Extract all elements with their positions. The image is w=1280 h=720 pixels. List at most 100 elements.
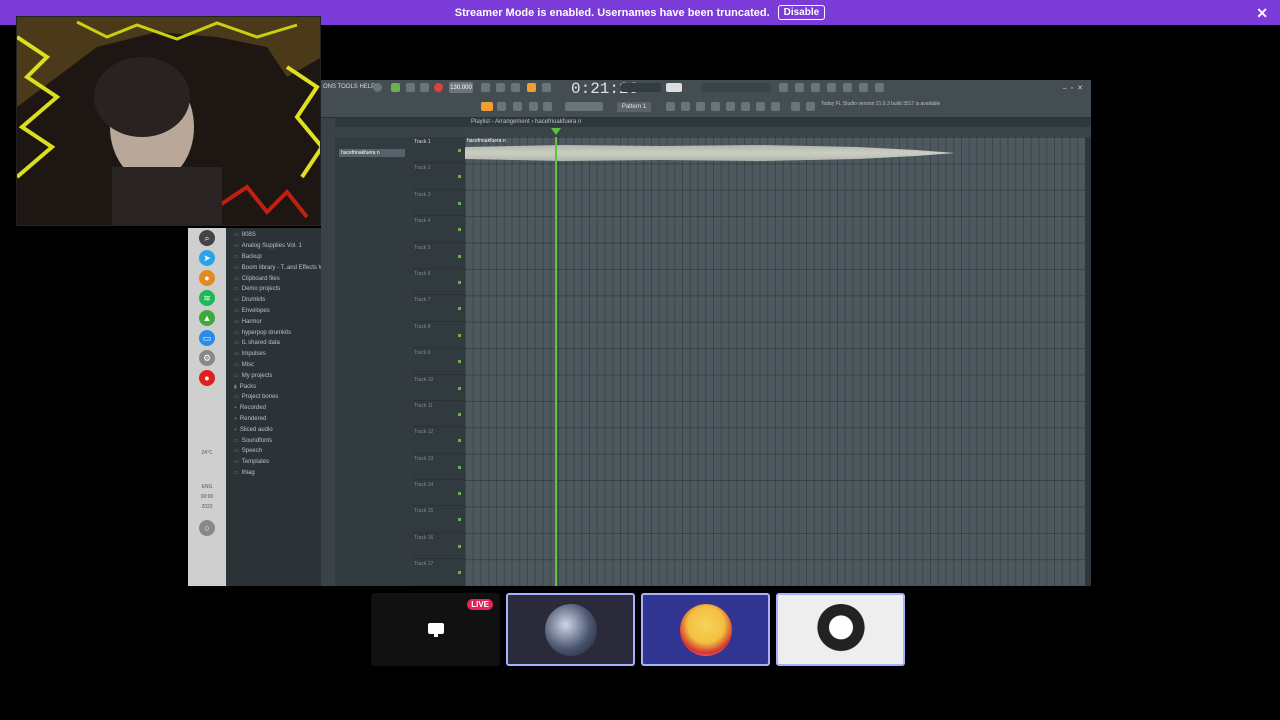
track-header[interactable]: Track 5 <box>413 243 465 269</box>
browser-item[interactable]: ▭ Analog Supplies Vol. 1 <box>226 241 334 252</box>
browser-item[interactable]: + Recorded <box>226 403 334 414</box>
track-header[interactable]: Track 7 <box>413 295 465 322</box>
telegram-icon[interactable]: ➤ <box>199 250 215 266</box>
countdown-icon[interactable] <box>511 83 520 92</box>
track-header[interactable]: Track 15 <box>413 506 465 533</box>
window-controls[interactable]: –▫✕ <box>1063 84 1087 92</box>
news-panel[interactable]: Today FL Studio version 21.0.3 build 351… <box>821 101 940 107</box>
screen-share-tile[interactable]: LIVE <box>371 593 500 666</box>
main-menu[interactable]: ONS TOOLS HELP <box>323 84 375 90</box>
plugin-icon[interactable] <box>859 83 868 92</box>
save-icon[interactable] <box>543 102 552 111</box>
notification-icon[interactable]: ○ <box>199 520 215 536</box>
mixer-window-icon[interactable] <box>711 102 720 111</box>
play-icon[interactable] <box>406 83 415 92</box>
participant-tile[interactable] <box>506 593 635 666</box>
browser-item[interactable]: ▭ IL shared data <box>226 338 334 349</box>
disable-button[interactable]: Disable <box>777 5 826 20</box>
stamp-icon[interactable] <box>529 102 538 111</box>
channel-rack-icon[interactable] <box>696 102 705 111</box>
track-header[interactable]: Track 3 <box>413 190 465 217</box>
track-header[interactable]: Track 8 <box>413 322 465 349</box>
browser-item[interactable]: ▭ Soundfonts <box>226 435 334 446</box>
spotify-icon[interactable]: ≋ <box>199 290 215 306</box>
fl-studio-icon[interactable]: ● <box>199 270 215 286</box>
participant-tile[interactable] <box>641 593 770 666</box>
tempo-tap-icon[interactable] <box>875 83 884 92</box>
playhead-marker[interactable] <box>551 128 561 135</box>
wait-icon[interactable] <box>496 83 505 92</box>
browser-item[interactable]: ▭ Project bones <box>226 392 334 403</box>
track-header[interactable]: Track 10 <box>413 375 465 401</box>
track-header[interactable]: Track 12 <box>413 427 465 454</box>
close-icon[interactable]: ✕ <box>1256 5 1268 22</box>
help-icon[interactable] <box>843 83 852 92</box>
browser-item[interactable]: ▭ My projects <box>226 370 334 381</box>
track-header[interactable]: Track 13 <box>413 454 465 481</box>
link-icon[interactable] <box>513 102 522 111</box>
snap-select[interactable] <box>565 102 603 111</box>
knob-icon[interactable] <box>373 83 382 92</box>
track-header[interactable]: Track 6 <box>413 269 465 296</box>
metronome-icon[interactable] <box>481 83 490 92</box>
browser-item[interactable]: + Rendered <box>226 414 334 425</box>
app-icon[interactable]: ▲ <box>199 310 215 326</box>
blend-icon[interactable] <box>542 83 551 92</box>
download-icon[interactable] <box>791 102 800 111</box>
track-header[interactable]: Track 1 <box>413 137 465 164</box>
browser-item[interactable]: ▭ Templates <box>226 457 334 468</box>
monitor-icon <box>427 622 444 637</box>
browser-item[interactable]: ▭ Harmor <box>226 316 334 327</box>
plugin-picker-icon[interactable] <box>726 102 735 111</box>
browser-item[interactable]: ▮ Packs <box>226 381 334 392</box>
pattern-selector[interactable]: Pattern 1 <box>617 102 651 112</box>
browser-item[interactable]: ▭ Demo projects <box>226 284 334 295</box>
arrow-icon[interactable] <box>497 102 506 111</box>
track-header[interactable]: Track 4 <box>413 216 465 243</box>
playlist-title[interactable]: Playlist - Arrangement › hacefrioakfuera… <box>335 118 1091 127</box>
browser-item[interactable]: ▭ Backup <box>226 252 334 263</box>
track-header[interactable]: Track 2 <box>413 163 465 190</box>
browser-item[interactable]: ▭ Envelopes <box>226 306 334 317</box>
vertical-scrollbar[interactable] <box>1085 137 1091 586</box>
track-header[interactable]: Track 16 <box>413 533 465 560</box>
track-header[interactable]: Track 9 <box>413 348 465 375</box>
track-header[interactable]: Track 17 <box>413 559 465 586</box>
piano-roll-icon[interactable] <box>681 102 690 111</box>
browser-item[interactable]: ▭ Clipboard files <box>226 273 334 284</box>
mic-icon[interactable] <box>811 83 820 92</box>
playlist-icon[interactable] <box>666 102 675 111</box>
browser-item[interactable]: ▭ Boom library - T..and Effects WAV <box>226 262 334 273</box>
stop-icon[interactable] <box>420 83 429 92</box>
render-icon[interactable] <box>771 102 780 111</box>
folder-icon[interactable]: ▭ <box>199 330 215 346</box>
search-icon[interactable]: ⌕ <box>199 230 215 246</box>
record-button[interactable] <box>434 83 443 92</box>
pattern-icon[interactable] <box>481 102 493 111</box>
news-icon[interactable] <box>806 102 815 111</box>
snap-icon[interactable] <box>779 83 788 92</box>
browser-item[interactable]: ▭ thiag <box>226 468 334 479</box>
loop-record-icon[interactable] <box>527 83 536 92</box>
track-header[interactable]: Track 11 <box>413 401 465 428</box>
tempo-display[interactable]: 130.000 <box>449 82 473 93</box>
tools-icon[interactable] <box>756 102 765 111</box>
browser-toggle-icon[interactable] <box>827 83 836 92</box>
participant-tile[interactable] <box>776 593 905 666</box>
browser-item[interactable]: + Sliced audio <box>226 424 334 435</box>
browser-item[interactable]: ▭ 808S <box>226 230 334 241</box>
clip-item[interactable]: hacefrioakfuera n <box>339 149 405 157</box>
record-icon[interactable]: ● <box>199 370 215 386</box>
playlist-grid[interactable] <box>465 137 1085 586</box>
pattern-song-toggle[interactable] <box>391 83 400 92</box>
settings-icon[interactable]: ⚙ <box>199 350 215 366</box>
playhead[interactable] <box>555 137 557 586</box>
track-header[interactable]: Track 14 <box>413 480 465 507</box>
browser-item[interactable]: ▭ Drumkits <box>226 295 334 306</box>
browser-window-icon[interactable] <box>741 102 750 111</box>
browser-item[interactable]: ▭ hyperpop drumkits <box>226 327 334 338</box>
mixer-icon[interactable] <box>795 83 804 92</box>
browser-item[interactable]: ▭ Speech <box>226 446 334 457</box>
browser-item[interactable]: ▭ Impulses <box>226 349 334 360</box>
browser-item[interactable]: ▭ Misc <box>226 360 334 371</box>
